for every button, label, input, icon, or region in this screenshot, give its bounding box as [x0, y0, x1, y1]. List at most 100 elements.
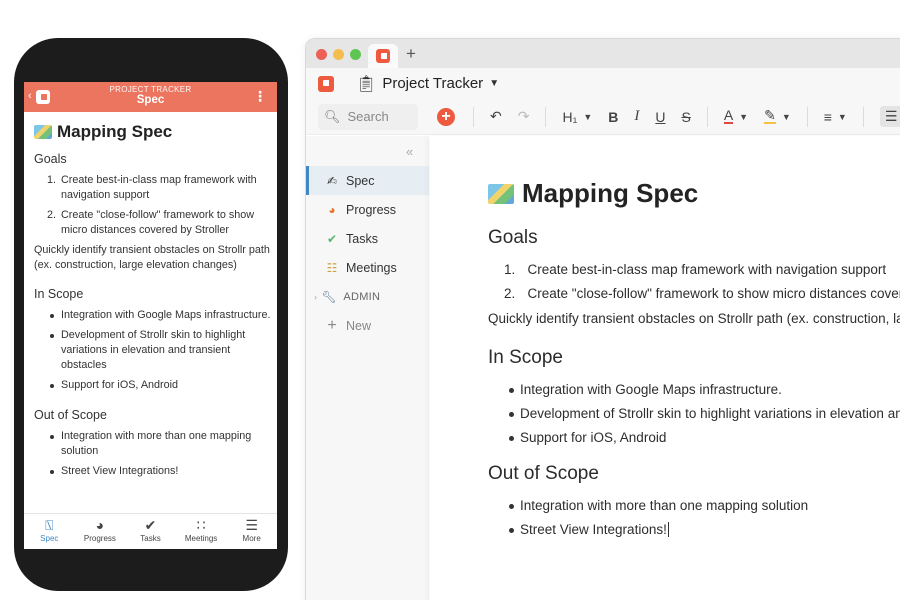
tab-label: Meetings — [184, 534, 218, 543]
pie-chart-icon: ◕ — [328, 202, 336, 217]
list-item[interactable]: Street View Integrations! — [504, 518, 900, 542]
heading-button[interactable]: H₁ — [562, 109, 577, 125]
align-left-icon[interactable]: ≡ — [824, 109, 832, 125]
chevron-down-icon[interactable]: ▼ — [489, 78, 499, 89]
goals-list: 1. Create best-in-class map framework wit… — [34, 173, 272, 238]
text-color-dropdown-icon[interactable]: ▼ — [739, 112, 748, 122]
new-tab-button[interactable]: + — [406, 44, 416, 64]
people-icon: ∷ — [196, 517, 206, 533]
collapse-sidebar-icon[interactable]: « — [406, 144, 413, 159]
bulleted-list-icon[interactable]: ☰ — [879, 106, 900, 127]
sidebar-section-label: ADMIN — [343, 290, 381, 303]
list-item: Street View Integrations! — [34, 464, 272, 479]
more-options-icon[interactable]: ⋮ — [253, 89, 267, 103]
desktop-window: + 📋︎ Project Tracker ▼ 🔍︎ Search + ↶ ↷ H… — [305, 38, 900, 600]
bold-button[interactable]: B — [608, 109, 618, 125]
out-of-scope-heading: Out of Scope — [488, 463, 599, 484]
maximize-window-dot[interactable] — [350, 49, 361, 60]
wrench-icon: 🔧︎ — [321, 289, 338, 304]
sidebar-item-spec[interactable]: ✍ Spec — [306, 166, 429, 195]
page-title: Mapping Spec — [488, 178, 900, 209]
out-of-scope-list: Integration with more than one mapping s… — [504, 494, 900, 542]
list-item: 1. Create best-in-class map framework wit… — [47, 174, 257, 201]
in-scope-heading: In Scope — [488, 347, 563, 368]
tab-spec[interactable]: ⍂ Spec — [24, 514, 75, 549]
plus-icon: + — [327, 316, 337, 334]
tab-progress[interactable]: ◕ Progress — [75, 514, 126, 549]
list-item: Integration with Google Maps infrastruct… — [34, 308, 272, 323]
list-item: 2. Create "close-follow" framework to sh… — [504, 286, 900, 301]
world-map-icon — [34, 125, 52, 139]
highlight-dropdown-icon[interactable]: ▼ — [782, 112, 791, 122]
undo-icon[interactable]: ↶ — [490, 108, 502, 125]
page-title: Mapping Spec — [34, 122, 272, 142]
sidebar-item-meetings[interactable]: ☷ Meetings — [306, 253, 429, 282]
sidebar-item-label: Progress — [346, 202, 397, 217]
toolbar-divider — [862, 106, 864, 127]
sidebar-section-admin[interactable]: › 🔧︎ ADMIN — [306, 282, 429, 311]
out-of-scope-list: Integration with more than one mapping s… — [34, 429, 272, 479]
goals-heading: Goals — [488, 227, 538, 248]
tab-label: Tasks — [140, 534, 161, 543]
in-scope-heading: In Scope — [34, 287, 84, 301]
page-sidebar: « ✍ Spec ◕ Progress ✔ Tasks ☷ Meetings ›… — [306, 136, 429, 600]
mobile-document[interactable]: Mapping Spec Goals 1. Create best-in-clas… — [34, 122, 272, 484]
insert-button[interactable]: + — [437, 107, 455, 126]
list-item: Development of Strollr skin to highlight… — [34, 328, 272, 373]
mobile-page-title: Spec — [136, 94, 165, 106]
tab-meetings[interactable]: ∷ Meetings — [176, 514, 227, 549]
redo-icon[interactable]: ↷ — [518, 108, 530, 125]
check-circle-icon: ✔ — [144, 517, 157, 533]
text-color-button[interactable]: A — [723, 108, 734, 124]
close-window-dot[interactable] — [316, 49, 327, 60]
mobile-tab-bar: ⍂ Spec ◕ Progress ✔ Tasks ∷ Meetings ☰ M… — [24, 513, 277, 549]
list-item: Integration with more than one mapping s… — [34, 429, 272, 459]
in-scope-list: Integration with Google Maps infrastruct… — [34, 308, 272, 393]
spec-icon: ⍂ — [45, 517, 54, 533]
document-canvas[interactable]: Mapping Spec Goals 1. Create best-in-cla… — [430, 136, 900, 600]
page-title-text: Mapping Spec — [57, 122, 173, 141]
check-circle-icon: ✔ — [326, 231, 338, 246]
browser-tab-strip: + — [306, 39, 900, 68]
new-page-button[interactable]: + New — [306, 311, 429, 340]
tab-tasks[interactable]: ✔ Tasks — [125, 514, 176, 549]
search-placeholder: Search — [347, 109, 389, 124]
out-of-scope-heading: Out of Scope — [34, 408, 107, 422]
app-tab[interactable] — [368, 44, 398, 68]
toolbar-divider — [473, 106, 474, 127]
list-item: 2. Create "close-follow" framework to sho… — [47, 209, 255, 236]
people-icon: ☷ — [326, 260, 338, 275]
align-dropdown-icon[interactable]: ▼ — [838, 112, 847, 122]
heading-dropdown-icon[interactable]: ▼ — [583, 112, 592, 122]
tab-more[interactable]: ☰ More — [226, 514, 277, 549]
menu-icon: ☰ — [245, 517, 258, 533]
toolbar-divider — [545, 106, 547, 127]
highlight-icon[interactable]: ✎ — [764, 108, 776, 124]
mobile-doc-name: PROJECT TRACKER — [109, 85, 192, 94]
pie-chart-icon: ◕ — [95, 517, 105, 533]
document-content[interactable]: Mapping Spec Goals 1. Create best-in-cla… — [488, 178, 900, 543]
strikethrough-button[interactable]: S — [681, 109, 690, 125]
doc-title[interactable]: Project Tracker — [382, 75, 483, 92]
underline-button[interactable]: U — [655, 109, 665, 125]
text-cursor — [667, 522, 669, 537]
page-title-text: Mapping Spec — [522, 178, 699, 208]
phone-screen: ‹ PROJECT TRACKER Spec ⋮ Mapping Spec Go… — [24, 82, 277, 549]
list-item: Support for iOS, Android — [504, 426, 900, 450]
sidebar-item-tasks[interactable]: ✔ Tasks — [306, 224, 429, 253]
coda-home-icon[interactable] — [318, 75, 334, 92]
goals-heading: Goals — [34, 152, 67, 166]
goals-list: 1. Create best-in-class map framework wi… — [504, 258, 900, 306]
minimize-window-dot[interactable] — [333, 49, 344, 60]
goals-paragraph: Quickly identify transient obstacles on … — [34, 244, 270, 271]
italic-button[interactable]: I — [634, 108, 639, 125]
sidebar-item-label: Meetings — [346, 260, 397, 275]
tab-label: More — [242, 534, 261, 543]
search-input[interactable]: 🔍︎ Search — [318, 103, 418, 130]
sidebar-item-progress[interactable]: ◕ Progress — [306, 195, 429, 224]
doc-title-bar: 📋︎ Project Tracker ▼ — [306, 68, 900, 99]
list-item: 1. Create best-in-class map framework wi… — [504, 262, 887, 277]
goals-paragraph: Quickly identify transient obstacles on … — [488, 311, 900, 326]
in-scope-list: Integration with Google Maps infrastruct… — [504, 378, 900, 450]
list-item: Development of Strollr skin to highlight… — [504, 402, 900, 426]
